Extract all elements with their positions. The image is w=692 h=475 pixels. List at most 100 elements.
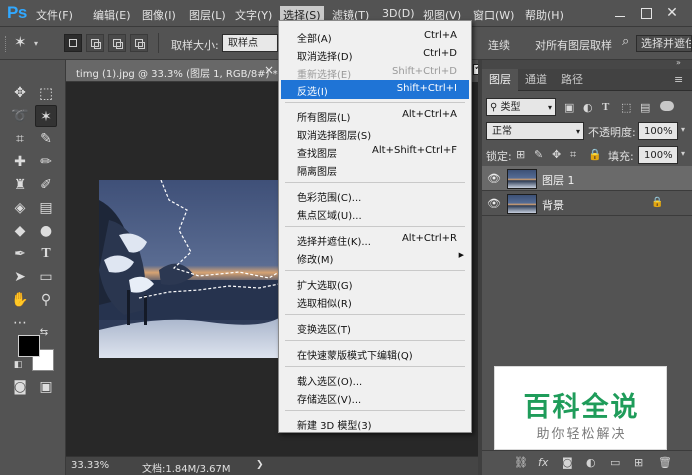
menu-item-new-3d-model[interactable]: 新建 3D 模型(3) [281, 414, 469, 433]
menu-item-modify[interactable]: 修改(M) ▶ [281, 248, 469, 267]
eyedropper-icon[interactable]: ✎ [35, 128, 57, 150]
lock-transparent-icon[interactable]: ⊞ [516, 148, 525, 161]
layer-row[interactable]: 👁 背景 🔒 [482, 191, 692, 216]
clone-stamp-icon[interactable]: ♜ [9, 174, 31, 196]
tab-layers[interactable]: 图层 [482, 69, 518, 91]
menu-item-color-range[interactable]: 色彩范围(C)... [281, 186, 469, 205]
new-selection-button[interactable] [64, 34, 82, 52]
maximize-icon[interactable] [636, 6, 656, 20]
tab-channels[interactable]: 通道 [518, 69, 554, 91]
menu-image[interactable]: 图像(I) [139, 6, 179, 24]
close-tab-icon[interactable]: × [264, 63, 274, 77]
default-colors-icon[interactable]: ◧ [11, 358, 25, 372]
layer-filter-select[interactable]: ⚲ 类型 ▾ [486, 98, 556, 116]
foreground-color-swatch[interactable] [18, 335, 40, 357]
visibility-eye-icon[interactable]: 👁 [487, 172, 501, 185]
blend-mode-select[interactable]: 正常 ▾ [486, 122, 584, 140]
select-and-mask-button[interactable]: 选择并遮住... [636, 35, 692, 52]
tab-paths[interactable]: 路径 [554, 69, 590, 91]
more-tools-icon[interactable]: ⋯ [9, 312, 31, 334]
opacity-field[interactable]: 100% [638, 122, 678, 140]
menu-3d[interactable]: 3D(D) [379, 6, 418, 21]
chevron-down-icon[interactable]: ▾ [34, 39, 38, 48]
menu-help[interactable]: 帮助(H) [522, 6, 567, 24]
menu-type[interactable]: 文字(Y) [232, 6, 275, 24]
marquee-icon[interactable]: ⬚ [35, 82, 57, 104]
gradient-icon[interactable]: ▤ [35, 197, 57, 219]
hand-icon[interactable]: ✋ [9, 289, 31, 311]
image-canvas[interactable] [99, 180, 279, 358]
eraser-icon[interactable]: ◈ [9, 197, 31, 219]
move-icon[interactable]: ✥ [9, 82, 31, 104]
filter-toggle-switch[interactable] [660, 101, 674, 111]
intersect-selection-button[interactable] [130, 34, 148, 52]
fx-icon[interactable]: fx [538, 456, 548, 469]
menu-item-focus-area[interactable]: 焦点区域(U)... [281, 204, 469, 223]
sample-size-select[interactable]: 取样点 [222, 34, 278, 52]
panel-header[interactable]: » [482, 58, 692, 69]
menu-item-similar[interactable]: 选取相似(R) [281, 292, 469, 311]
menu-item-inverse[interactable]: 反选(I) Shift+Ctrl+I [281, 80, 469, 99]
lasso-icon[interactable]: ➰ [9, 105, 31, 127]
new-layer-icon[interactable]: ⊞ [634, 456, 643, 469]
status-menu-arrow-icon[interactable]: ❯ [256, 460, 264, 470]
history-brush-icon[interactable]: ✐ [35, 174, 57, 196]
menu-item-select-and-mask[interactable]: 选择并遮住(K)... Alt+Ctrl+R [281, 230, 469, 249]
add-mask-icon[interactable]: ◙ [562, 456, 573, 469]
pen-icon[interactable]: ✒ [9, 243, 31, 265]
lock-image-icon[interactable]: ✎ [534, 148, 543, 161]
screen-mode-icon[interactable]: ▣ [35, 376, 57, 398]
zoom-level-field[interactable]: 33.33% [71, 460, 109, 471]
magic-wand-preset-icon[interactable]: ✶ [14, 33, 27, 51]
filter-shape-icon[interactable]: ⬚ [621, 101, 631, 114]
menu-edit[interactable]: 编辑(E) [90, 6, 134, 24]
collapse-panel-icon[interactable]: » [676, 58, 681, 67]
add-to-selection-button[interactable] [86, 34, 104, 52]
menu-item-all-layers[interactable]: 所有图层(L) Alt+Ctrl+A [281, 106, 469, 125]
menu-item-find-layers[interactable]: 查找图层 Alt+Shift+Ctrl+F [281, 142, 469, 161]
menu-item-isolate-layers[interactable]: 隔离图层 [281, 160, 469, 179]
trash-icon[interactable]: 🗑 [658, 456, 672, 469]
quick-mask-icon[interactable]: ◙ [9, 376, 31, 398]
filter-pixel-icon[interactable]: ▣ [564, 101, 574, 114]
path-selection-icon[interactable]: ➤ [9, 266, 31, 288]
blur-icon[interactable]: ◆ [9, 220, 31, 242]
filter-smart-object-icon[interactable]: ▤ [640, 101, 650, 114]
menu-layer[interactable]: 图层(L) [186, 6, 229, 24]
type-icon[interactable]: T [35, 243, 57, 265]
dodge-icon[interactable]: ● [35, 220, 57, 242]
filter-type-icon[interactable]: T [602, 101, 609, 113]
layer-row[interactable]: 👁 图层 1 [482, 166, 692, 191]
link-layers-icon[interactable]: ⛓ [514, 456, 528, 469]
chevron-down-icon[interactable]: ▾ [681, 149, 685, 158]
menu-item-select-all[interactable]: 全部(A) Ctrl+A [281, 27, 469, 46]
brush-icon[interactable]: ✏ [35, 151, 57, 173]
menu-item-save-selection[interactable]: 存储选区(V)... [281, 388, 469, 407]
new-group-icon[interactable]: ▭ [610, 456, 620, 469]
rectangle-icon[interactable]: ▭ [35, 266, 57, 288]
adjustment-layer-icon[interactable]: ◐ [586, 456, 596, 469]
crop-icon[interactable]: ⌗ [9, 128, 31, 150]
fill-field[interactable]: 100% [638, 146, 678, 164]
menu-item-load-selection[interactable]: 载入选区(O)... [281, 370, 469, 389]
visibility-eye-icon[interactable]: 👁 [487, 197, 501, 210]
menu-item-grow[interactable]: 扩大选取(G) [281, 274, 469, 293]
menu-item-deselect[interactable]: 取消选择(D) Ctrl+D [281, 45, 469, 64]
document-tab[interactable]: timg (1).jpg @ 33.3% (图层 1, RGB/8#) * × [66, 60, 278, 82]
menu-file[interactable]: 文件(F) [33, 6, 76, 24]
minimize-icon[interactable] [610, 6, 630, 20]
menu-window[interactable]: 窗口(W) [470, 6, 517, 24]
zoom-icon[interactable]: ⚲ [35, 289, 57, 311]
lock-all-icon[interactable]: 🔒 [588, 148, 602, 161]
menu-item-quick-mask[interactable]: 在快速蒙版模式下编辑(Q) [281, 344, 469, 363]
filter-adjustment-icon[interactable]: ◐ [583, 101, 593, 114]
magic-wand-icon[interactable]: ✶ [35, 105, 57, 127]
menu-item-transform-selection[interactable]: 变换选区(T) [281, 318, 469, 337]
chevron-down-icon[interactable]: ▾ [681, 125, 685, 134]
subtract-from-selection-button[interactable] [108, 34, 126, 52]
panel-menu-icon[interactable]: ≡ [674, 73, 683, 86]
menu-item-deselect-layers[interactable]: 取消选择图层(S) [281, 124, 469, 143]
lock-position-icon[interactable]: ✥ [552, 148, 561, 161]
lock-artboard-icon[interactable]: ⌗ [570, 148, 576, 162]
healing-brush-icon[interactable]: ✚ [9, 151, 31, 173]
